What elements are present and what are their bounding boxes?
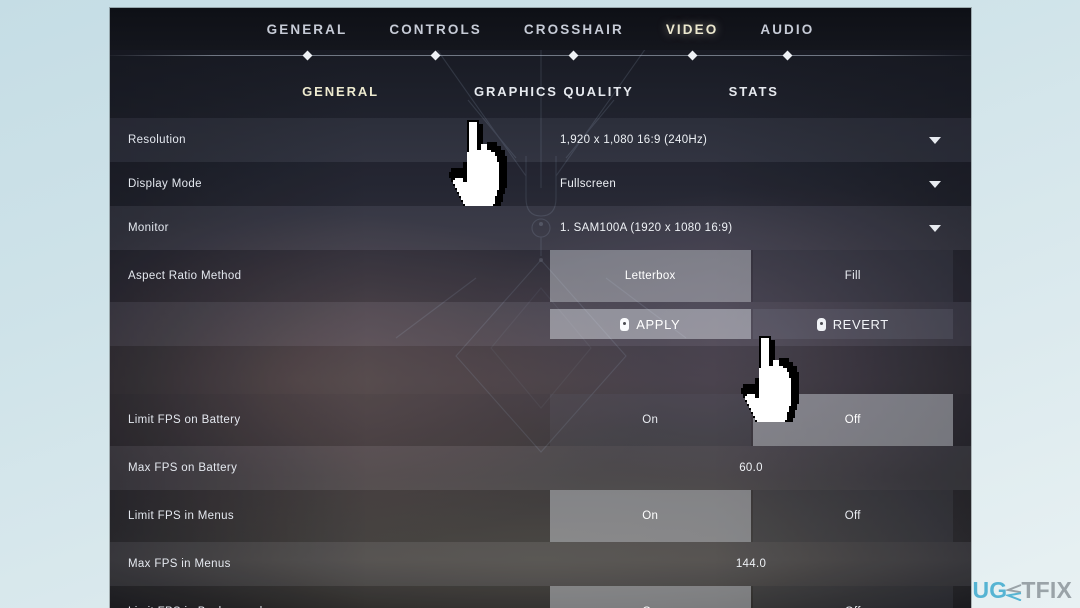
setting-row-actions: APPLY REVERT xyxy=(110,302,971,346)
setting-label: Aspect Ratio Method xyxy=(128,270,242,282)
segmented-control: OnOff xyxy=(550,394,953,446)
segmented-control: OnOff xyxy=(550,586,953,608)
chevron-down-icon[interactable] xyxy=(929,224,941,232)
revert-button[interactable]: REVERT xyxy=(752,309,953,339)
setting-value[interactable]: Fullscreen xyxy=(560,178,616,190)
main-tab-bar[interactable]: GENERAL CONTROLS CROSSHAIR VIDEO AUDIO xyxy=(110,8,971,50)
tab-general[interactable]: GENERAL xyxy=(267,22,348,37)
keycap-icon xyxy=(816,317,826,331)
setting-label: Limit FPS on Battery xyxy=(128,414,241,426)
segment-option-on[interactable]: On xyxy=(550,586,751,608)
keycap-icon xyxy=(620,317,630,331)
segment-option-off[interactable]: Off xyxy=(752,586,953,608)
nav-underline-rule xyxy=(110,55,971,56)
apply-button[interactable]: APPLY xyxy=(550,309,751,339)
setting-label: Resolution xyxy=(128,134,186,146)
subtab-graphics-quality[interactable]: GRAPHICS QUALITY xyxy=(474,84,634,99)
tab-controls[interactable]: CONTROLS xyxy=(389,22,482,37)
setting-label: Max FPS in Menus xyxy=(128,558,231,570)
setting-row-max-fps-in-menus: Max FPS in Menus 144.0 xyxy=(110,542,971,586)
setting-row-monitor: Monitor 1. SAM100A (1920 x 1080 16:9) xyxy=(110,206,971,250)
segment-option-off[interactable]: Off xyxy=(752,490,953,542)
watermark-text-b: TFIX xyxy=(1021,577,1072,603)
subtab-general[interactable]: GENERAL xyxy=(302,84,379,99)
tab-audio[interactable]: AUDIO xyxy=(760,22,814,37)
settings-spacer xyxy=(110,346,971,394)
segment-option-off[interactable]: Off xyxy=(752,394,953,446)
setting-label: Monitor xyxy=(128,222,169,234)
action-button-label: APPLY xyxy=(636,316,681,332)
watermark-e-glyph xyxy=(1004,582,1022,602)
segment-option-on[interactable]: On xyxy=(550,394,751,446)
segmented-control: OnOff xyxy=(550,490,953,542)
action-button-bar: APPLY REVERT xyxy=(550,302,953,346)
watermark-text-a: UG xyxy=(972,577,1008,603)
article-page: GENERAL CONTROLS CROSSHAIR VIDEO AUDIO GENER… xyxy=(0,0,1080,608)
setting-row-limit-fps-in-menus: Limit FPS in Menus On Off xyxy=(110,490,971,542)
setting-row-display-mode: Display Mode Fullscreen xyxy=(110,162,971,206)
setting-value[interactable]: 1,920 x 1,080 16:9 (240Hz) xyxy=(560,134,707,146)
settings-list: Resolution 1,920 x 1,080 16:9 (240Hz) Disp… xyxy=(110,118,971,608)
setting-number-value[interactable]: 60.0 xyxy=(550,462,952,474)
watermark-e-icon xyxy=(1004,584,1022,602)
segment-option-on[interactable]: On xyxy=(550,490,751,542)
setting-row-limit-fps-in-background: Limit FPS in BackgroundOnOff xyxy=(110,586,971,608)
tab-crosshair[interactable]: CROSSHAIR xyxy=(524,22,624,37)
ugetfix-watermark: UG TFIX xyxy=(972,579,1072,602)
segmented-control: Letterbox Fill xyxy=(550,250,953,302)
sub-tab-bar[interactable]: GENERAL GRAPHICS QUALITY STATS xyxy=(110,76,971,106)
chevron-down-icon[interactable] xyxy=(929,136,941,144)
tab-video[interactable]: VIDEO xyxy=(666,22,719,37)
setting-row-limit-fps-on-battery: Limit FPS on Battery On Off xyxy=(110,394,971,446)
segment-option-fill[interactable]: Fill xyxy=(752,250,953,302)
game-window: GENERAL CONTROLS CROSSHAIR VIDEO AUDIO GENER… xyxy=(110,8,971,608)
subtab-stats[interactable]: STATS xyxy=(729,84,779,99)
setting-value[interactable]: 1. SAM100A (1920 x 1080 16:9) xyxy=(560,222,732,234)
setting-row-resolution: Resolution 1,920 x 1,080 16:9 (240Hz) xyxy=(110,118,971,162)
segment-option-letterbox[interactable]: Letterbox xyxy=(550,250,751,302)
setting-number-value[interactable]: 144.0 xyxy=(550,558,952,570)
setting-label: Display Mode xyxy=(128,178,202,190)
chevron-down-icon[interactable] xyxy=(929,180,941,188)
setting-label: Max FPS on Battery xyxy=(128,462,238,474)
setting-row-max-fps-on-battery: Max FPS on Battery 60.0 xyxy=(110,446,971,490)
action-button-label: REVERT xyxy=(832,316,889,332)
setting-label: Limit FPS in Menus xyxy=(128,510,234,522)
setting-row-aspect-ratio-method: Aspect Ratio Method Letterbox Fill xyxy=(110,250,971,302)
